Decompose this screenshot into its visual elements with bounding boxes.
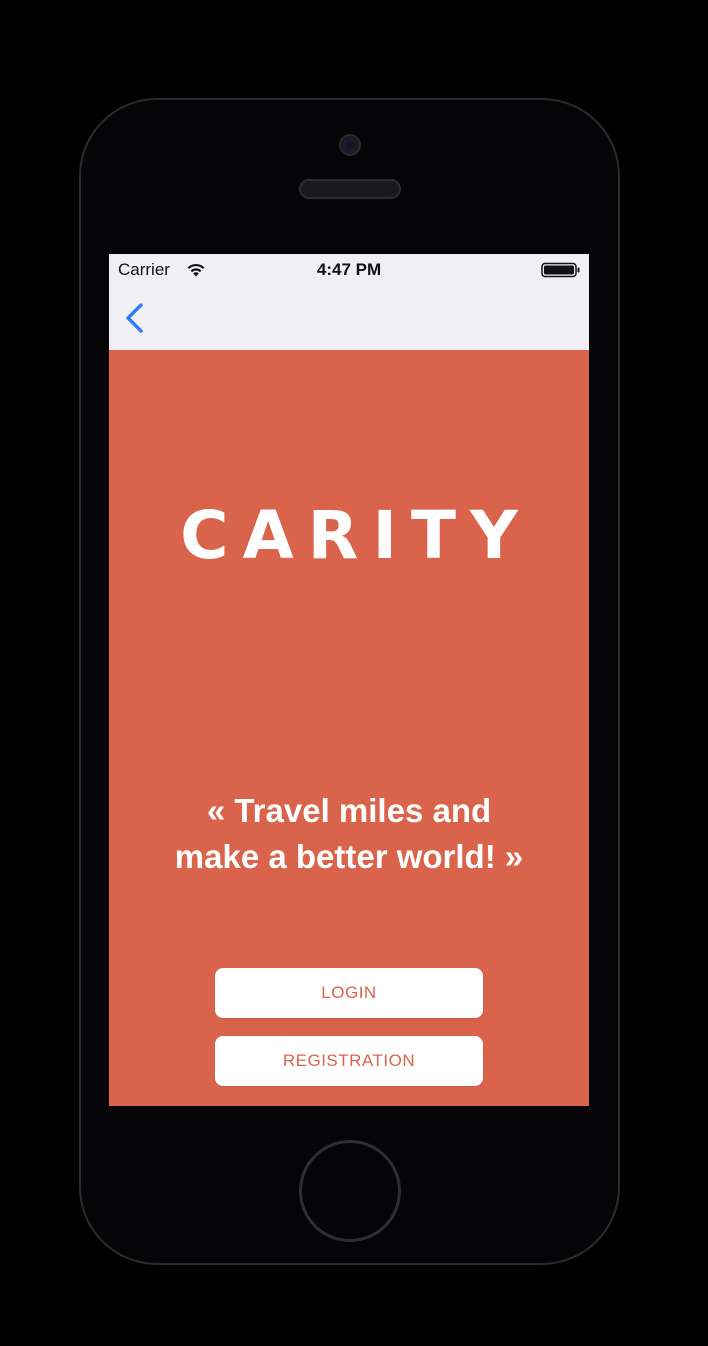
registration-button[interactable]: REGISTRATION (215, 1036, 483, 1086)
home-button[interactable] (299, 1140, 401, 1242)
login-button[interactable]: LOGIN (215, 968, 483, 1018)
tagline-line-1: « Travel miles and (206, 792, 492, 829)
app-screen: Carrier 4:47 PM CARITY « Travel miles an… (109, 254, 589, 1106)
status-bar: Carrier 4:47 PM (109, 254, 589, 286)
tagline-line-2: make a better world! » (174, 838, 524, 875)
navigation-bar: Carrier 4:47 PM (109, 254, 589, 350)
carity-logo: CARITY (180, 497, 532, 574)
front-camera (339, 134, 361, 156)
chevron-left-icon (126, 303, 143, 333)
tagline: « Travel miles and make a better world! … (129, 788, 569, 880)
device-frame: Carrier 4:47 PM CARITY « Travel miles an… (0, 0, 708, 1346)
status-time: 4:47 PM (316, 260, 382, 279)
battery-icon (541, 262, 580, 278)
back-button[interactable] (121, 300, 149, 336)
earpiece-speaker (299, 179, 401, 199)
